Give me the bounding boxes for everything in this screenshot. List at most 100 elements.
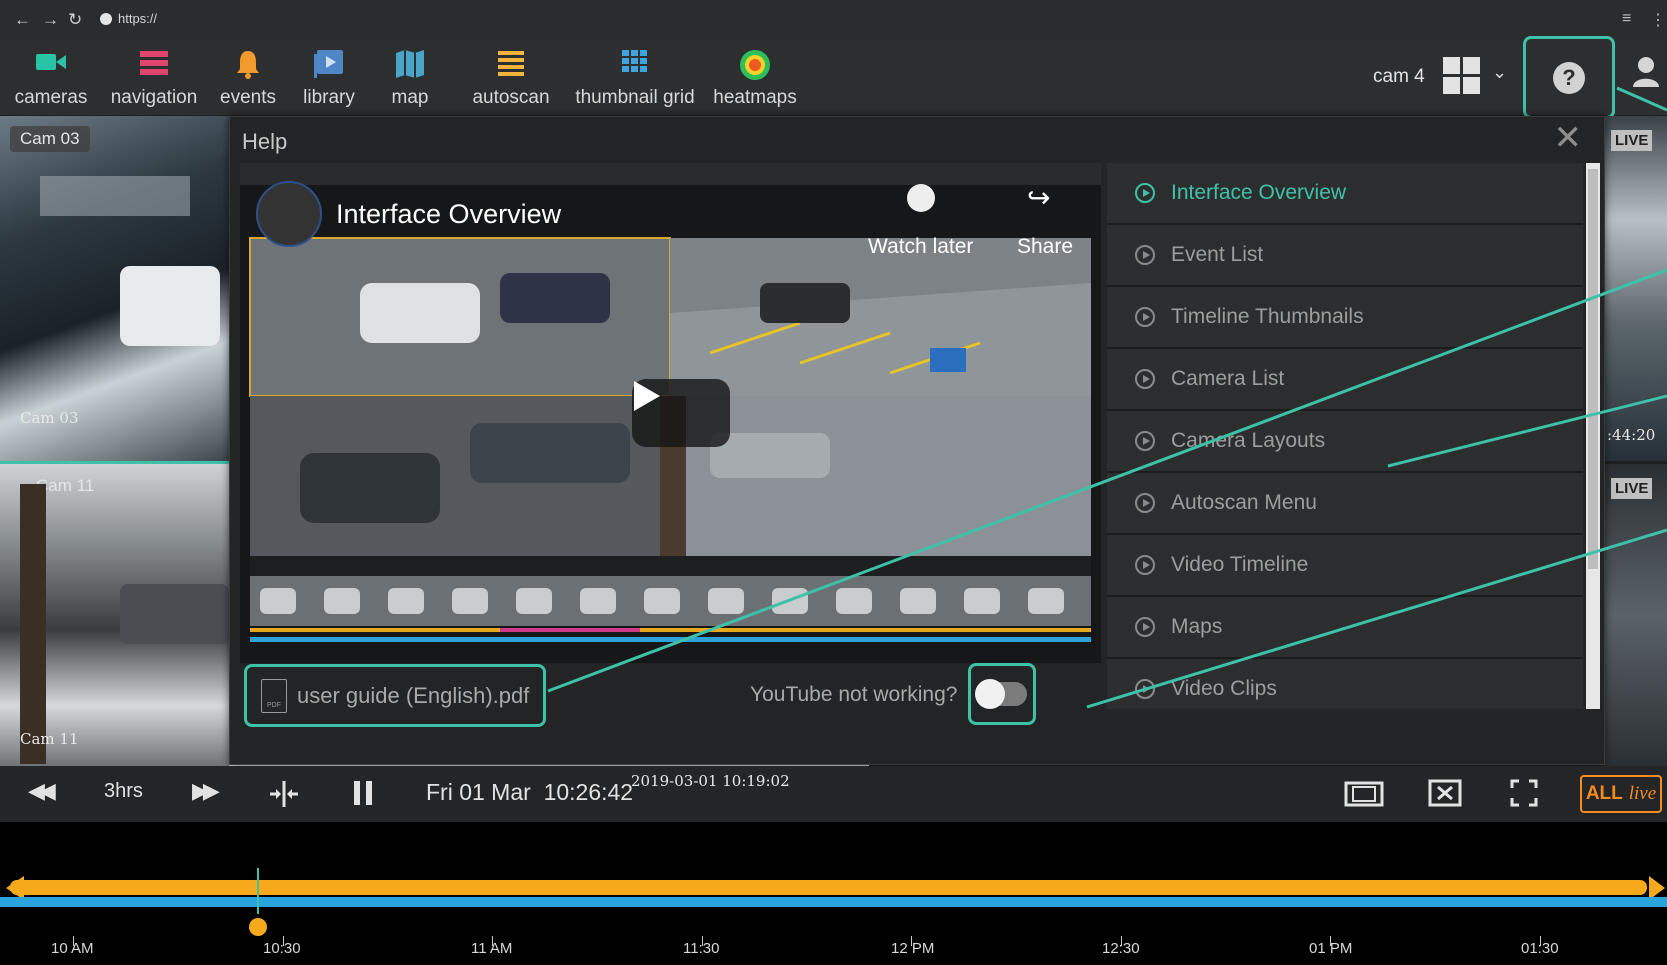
help-topic-event-list[interactable]: Event List (1107, 225, 1583, 287)
toolbar-thumbnail-grid[interactable]: thumbnail grid (566, 40, 704, 115)
reload-icon[interactable]: ↻ (68, 10, 82, 30)
all-live-all: ALL (1585, 783, 1623, 804)
toolbar-label: cameras (14, 87, 88, 108)
rewind-button[interactable]: ◀◀ (28, 778, 56, 804)
help-dialog: Help ✕ Interface Overview ↪ Watch later … (229, 116, 1605, 765)
timeline[interactable]: 10 AM 10:30 11 AM 11:30 12 PM 12:30 01 P… (0, 822, 1667, 965)
clip-export-icon[interactable] (1428, 778, 1462, 808)
help-topic-scrollbar[interactable] (1586, 163, 1600, 709)
help-topic-maps[interactable]: Maps (1107, 597, 1583, 659)
main-toolbar: cameras navigation events library map au… (0, 40, 1667, 115)
help-topic-label: Timeline Thumbnails (1171, 305, 1364, 328)
all-live-button[interactable]: ALL live (1580, 775, 1662, 813)
sync-cursor-icon[interactable] (266, 779, 302, 809)
camera-stamp: Cam 03 (20, 409, 79, 427)
library-icon (314, 50, 343, 78)
all-live-live: live (1628, 783, 1657, 804)
fast-forward-button[interactable]: ▶▶ (192, 778, 220, 804)
timeline-label: 10 AM (51, 940, 94, 957)
timeline-cursor[interactable] (257, 868, 259, 914)
help-topic-interface-overview[interactable]: Interface Overview (1107, 163, 1583, 225)
back-icon[interactable]: ← (14, 10, 31, 30)
video-camera-icon (36, 54, 66, 70)
toolbar-heatmaps[interactable]: heatmaps (708, 40, 802, 115)
help-topic-video-timeline[interactable]: Video Timeline (1107, 535, 1583, 597)
camera-tile-cam11[interactable]: Cam 11 Cam 11 (0, 464, 229, 766)
help-topic-autoscan-menu[interactable]: Autoscan Menu (1107, 473, 1583, 535)
play-circle-icon (1135, 369, 1155, 389)
timeline-label: 01:30 (1521, 940, 1559, 957)
toolbar-navigation[interactable]: navigation (104, 40, 204, 115)
help-topic-label: Maps (1171, 615, 1223, 638)
camera-tile-cam03[interactable]: Cam 03 Cam 03 (0, 116, 229, 464)
forward-icon[interactable]: → (42, 10, 59, 30)
close-icon[interactable]: ✕ (1554, 121, 1583, 155)
filmstrip-icon[interactable] (1344, 779, 1384, 809)
chevron-down-icon[interactable]: ⌄ (1492, 62, 1507, 83)
toolbar-autoscan[interactable]: autoscan (462, 40, 560, 115)
help-topic-camera-layouts[interactable]: Camera Layouts (1107, 411, 1583, 473)
current-datetime: Fri 01 Mar 10:26:42 (426, 779, 634, 805)
help-topic-video-clips[interactable]: Video Clips (1107, 659, 1583, 709)
share-label[interactable]: Share (1017, 235, 1073, 259)
address-bar[interactable]: https:// (100, 11, 157, 26)
youtube-fallback-toggle-box[interactable] (968, 663, 1036, 725)
help-button[interactable]: ? (1523, 36, 1615, 119)
user-guide-link[interactable]: PDF user guide (English).pdf (244, 664, 546, 727)
live-badge: LIVE (1611, 478, 1653, 499)
toolbar-label: navigation (110, 87, 198, 108)
browser-menu-icon[interactable]: ⋮ (1650, 10, 1666, 30)
bell-icon (237, 51, 259, 79)
map-icon (396, 50, 424, 78)
user-guide-label: user guide (English).pdf (297, 682, 530, 708)
help-topic-label: Interface Overview (1171, 181, 1347, 204)
timeline-label: 12:30 (1102, 940, 1140, 957)
scrollbar-thumb[interactable] (1588, 169, 1598, 569)
fullscreen-icon[interactable] (1510, 779, 1538, 807)
play-circle-icon (1135, 183, 1155, 203)
toolbar-map[interactable]: map (382, 40, 438, 115)
center-camera-stamp: 2019-03-01 10:19:02 (631, 772, 790, 790)
youtube-fallback-toggle[interactable] (975, 679, 1027, 709)
timeline-recording-bar[interactable] (10, 880, 1647, 895)
video-player[interactable]: Interface Overview ↪ Watch later Share (240, 163, 1101, 663)
video-title[interactable]: Interface Overview (336, 199, 561, 230)
list-icon (140, 51, 168, 75)
watch-later-label[interactable]: Watch later (868, 235, 973, 259)
timeline-scrubber[interactable] (249, 918, 267, 936)
help-topic-camera-list[interactable]: Camera List (1107, 349, 1583, 411)
channel-avatar[interactable] (256, 181, 322, 247)
toolbar-library[interactable]: library (292, 40, 366, 115)
play-button[interactable] (632, 379, 730, 447)
help-topic-label: Camera Layouts (1171, 429, 1326, 452)
live-badge: LIVE (1611, 130, 1653, 151)
timeline-label: 10:30 (263, 940, 301, 957)
play-circle-icon (1135, 307, 1155, 327)
play-circle-icon (1135, 679, 1155, 699)
extension-icon[interactable]: ≡ (1622, 10, 1631, 28)
play-circle-icon (1135, 245, 1155, 265)
layout-grid-icon[interactable] (1443, 57, 1480, 94)
help-topic-label: Autoscan Menu (1171, 491, 1317, 514)
toolbar-label: heatmaps (713, 87, 797, 108)
clock-icon[interactable] (907, 184, 935, 212)
timeline-motion-bar (0, 897, 1667, 907)
camera-tile-right-bottom[interactable]: LIVE (1603, 464, 1667, 766)
help-topic-timeline-thumbnails[interactable]: Timeline Thumbnails (1107, 287, 1583, 349)
pause-icon[interactable] (352, 780, 374, 806)
toolbar-events[interactable]: events (214, 40, 282, 115)
user-icon[interactable] (1632, 56, 1660, 88)
help-topic-label: Video Clips (1171, 677, 1277, 700)
thumbnail-grid-icon (622, 50, 647, 72)
share-arrow-icon[interactable]: ↪ (1027, 181, 1050, 214)
heatmap-icon (740, 50, 770, 80)
play-icon (634, 381, 660, 411)
app-window: ← → ↻ https:// ≡ ⋮ cameras navigation ev… (0, 0, 1667, 965)
toolbar-label: autoscan (472, 87, 550, 108)
toolbar-label: thumbnail grid (575, 87, 695, 108)
camera-stamp: Cam 11 (20, 730, 79, 748)
time-span-label[interactable]: 3hrs (104, 780, 143, 803)
toolbar-cameras[interactable]: cameras (10, 40, 92, 115)
help-topic-label: Event List (1171, 243, 1264, 266)
camera-tile-right-top[interactable]: LIVE :44:20 (1603, 116, 1667, 461)
